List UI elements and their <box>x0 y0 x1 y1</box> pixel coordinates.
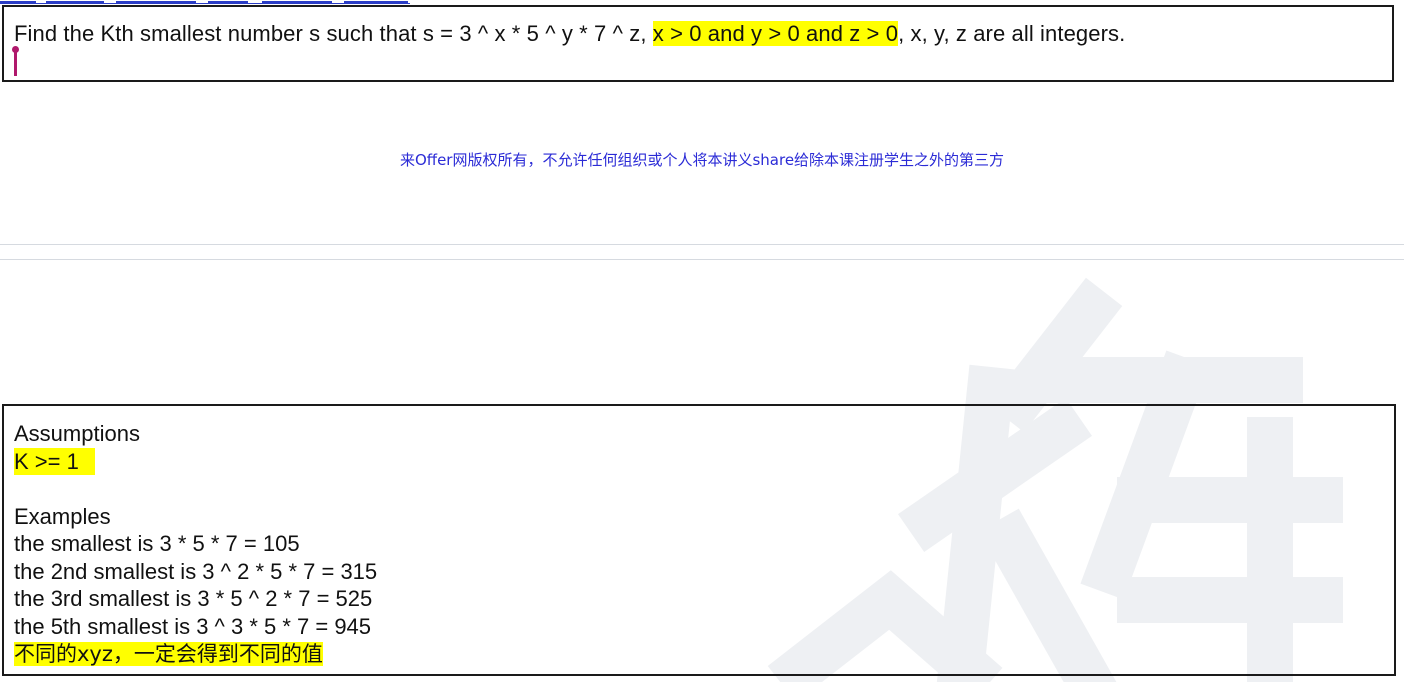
assumptions-heading: Assumptions <box>14 421 140 446</box>
examples-heading: Examples <box>14 503 111 529</box>
example-line: the 5th smallest is 3 ^ 3 * 5 * 7 = 945 <box>14 613 372 639</box>
copyright-notice: 来Offer网版权所有，不允许任何组织或个人将本讲义share给除本课注册学生之… <box>399 151 1005 169</box>
example-line: the 3rd smallest is 3 * 5 ^ 2 * 7 = 525 <box>14 586 373 611</box>
highlighted-constraint: x > 0 and y > 0 and z > 0 <box>652 21 899 46</box>
example-line: the 2nd smallest is 3 ^ 2 * 5 * 7 = 315 <box>14 558 378 584</box>
assumptions-examples-box: Assumptions K >= 1 Examples the smallest… <box>2 404 1396 676</box>
problem-text-end: , x, y, z are all integers. <box>898 21 1126 46</box>
problem-statement: Find the Kth smallest number s such that… <box>14 20 1125 48</box>
problem-statement-box: Find the Kth smallest number s such that… <box>2 5 1394 82</box>
text-cursor-marker <box>12 46 19 76</box>
details-text: Assumptions K >= 1 Examples the smallest… <box>14 420 377 668</box>
divider-top <box>0 244 1404 245</box>
top-link-fragment[interactable] <box>0 0 410 4</box>
example-line: the smallest is 3 * 5 * 7 = 105 <box>14 531 300 556</box>
assumption-k: K >= 1 <box>14 447 95 475</box>
problem-text-start: Find the Kth smallest number s such that… <box>14 21 653 46</box>
uniqueness-note: 不同的xyz，一定会得到不同的值 <box>14 642 323 666</box>
divider-bottom <box>0 259 1404 260</box>
